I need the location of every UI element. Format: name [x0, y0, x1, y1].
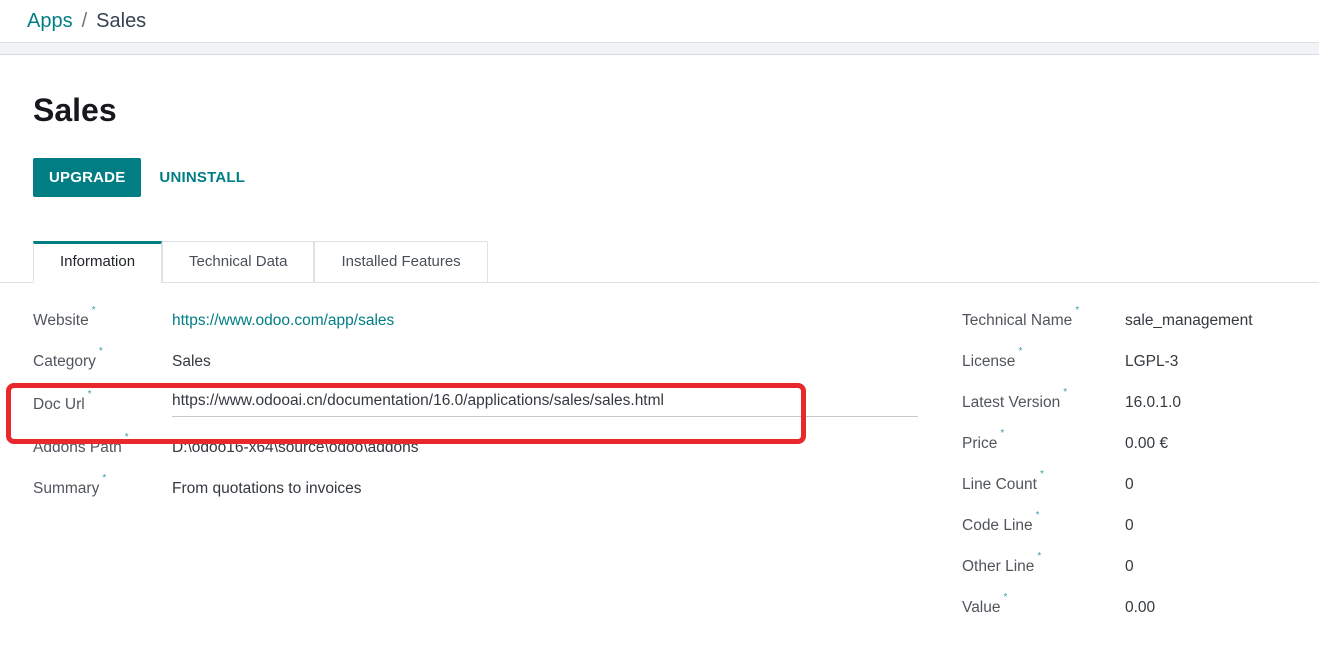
technical-name-label: Technical Name* — [962, 311, 1125, 330]
code-line-label-text: Code Line — [962, 517, 1033, 534]
license-label-text: License — [962, 353, 1015, 370]
field-row-code-line: Code Line* 0 — [962, 505, 1319, 546]
field-row-website: Website* https://www.odoo.com/app/sales — [33, 300, 962, 341]
price-label-text: Price — [962, 435, 997, 452]
required-asterisk: * — [1063, 387, 1067, 398]
page-title: Sales — [33, 91, 1319, 129]
doc-url-input[interactable]: https://www.odooai.cn/documentation/16.0… — [172, 392, 918, 417]
latest-version-value: 16.0.1.0 — [1125, 394, 1181, 412]
technical-name-label-text: Technical Name — [962, 312, 1072, 329]
required-asterisk: * — [88, 389, 92, 400]
required-asterisk: * — [1018, 346, 1022, 357]
license-value: LGPL-3 — [1125, 353, 1178, 371]
required-asterisk: * — [125, 432, 129, 443]
field-row-other-line: Other Line* 0 — [962, 546, 1319, 587]
code-line-label: Code Line* — [962, 516, 1125, 535]
required-asterisk: * — [1075, 305, 1079, 316]
notebook-tabs: Information Technical Data Installed Fea… — [0, 241, 1319, 283]
line-count-label-text: Line Count — [962, 476, 1037, 493]
value-label: Value* — [962, 598, 1125, 617]
summary-label-text: Summary — [33, 480, 99, 497]
tab-technical-data[interactable]: Technical Data — [162, 241, 314, 282]
breadcrumb-current: Sales — [96, 10, 146, 33]
value-value: 0.00 — [1125, 599, 1155, 617]
value-label-text: Value — [962, 599, 1001, 616]
breadcrumb: Apps / Sales — [0, 0, 1319, 43]
tab-information[interactable]: Information — [33, 241, 162, 283]
information-tab-content: Website* https://www.odoo.com/app/sales … — [33, 300, 1319, 628]
field-row-summary: Summary* From quotations to invoices — [33, 468, 962, 509]
technical-name-value: sale_management — [1125, 312, 1253, 330]
tab-installed-features[interactable]: Installed Features — [314, 241, 487, 282]
website-label: Website* — [33, 311, 172, 330]
latest-version-label-text: Latest Version — [962, 394, 1060, 411]
content-background-strip — [0, 43, 1319, 55]
upgrade-button[interactable]: UPGRADE — [33, 158, 141, 197]
field-row-latest-version: Latest Version* 16.0.1.0 — [962, 382, 1319, 423]
fields-column-right: Technical Name* sale_management License*… — [962, 300, 1319, 628]
price-label: Price* — [962, 434, 1125, 453]
category-label: Category* — [33, 352, 172, 371]
summary-label: Summary* — [33, 479, 172, 498]
addons-path-value: D:\odoo16-x64\source\odoo\addons — [172, 439, 418, 457]
form-sheet: Sales UPGRADE UNINSTALL Information Tech… — [0, 91, 1319, 628]
doc-url-label: Doc Url* — [33, 395, 172, 414]
latest-version-label: Latest Version* — [962, 393, 1125, 412]
field-row-license: License* LGPL-3 — [962, 341, 1319, 382]
field-row-line-count: Line Count* 0 — [962, 464, 1319, 505]
other-line-label: Other Line* — [962, 557, 1125, 576]
required-asterisk: * — [1000, 428, 1004, 439]
summary-value: From quotations to invoices — [172, 480, 362, 498]
line-count-label: Line Count* — [962, 475, 1125, 494]
action-buttons-row: UPGRADE UNINSTALL — [33, 158, 1319, 197]
required-asterisk: * — [92, 305, 96, 316]
field-row-doc-url: Doc Url* https://www.odooai.cn/documenta… — [33, 382, 962, 427]
breadcrumb-apps-link[interactable]: Apps — [27, 10, 73, 33]
website-link[interactable]: https://www.odoo.com/app/sales — [172, 312, 394, 330]
category-value: Sales — [172, 353, 211, 371]
required-asterisk: * — [1037, 551, 1041, 562]
field-row-category: Category* Sales — [33, 341, 962, 382]
price-value: 0.00 € — [1125, 435, 1168, 453]
license-label: License* — [962, 352, 1125, 371]
other-line-label-text: Other Line — [962, 558, 1034, 575]
category-label-text: Category — [33, 353, 96, 370]
addons-path-label-text: Addons Path — [33, 439, 122, 456]
website-label-text: Website — [33, 312, 89, 329]
uninstall-button[interactable]: UNINSTALL — [159, 169, 245, 186]
required-asterisk: * — [1040, 469, 1044, 480]
line-count-value: 0 — [1125, 476, 1134, 494]
breadcrumb-separator: / — [82, 10, 88, 33]
field-row-technical-name: Technical Name* sale_management — [962, 300, 1319, 341]
other-line-value: 0 — [1125, 558, 1134, 576]
fields-column-left: Website* https://www.odoo.com/app/sales … — [33, 300, 962, 628]
addons-path-label: Addons Path* — [33, 438, 172, 457]
field-row-price: Price* 0.00 € — [962, 423, 1319, 464]
required-asterisk: * — [102, 473, 106, 484]
code-line-value: 0 — [1125, 517, 1134, 535]
required-asterisk: * — [99, 346, 103, 357]
doc-url-label-text: Doc Url — [33, 396, 85, 413]
field-row-addons-path: Addons Path* D:\odoo16-x64\source\odoo\a… — [33, 427, 962, 468]
required-asterisk: * — [1004, 592, 1008, 603]
required-asterisk: * — [1036, 510, 1040, 521]
field-row-value: Value* 0.00 — [962, 587, 1319, 628]
